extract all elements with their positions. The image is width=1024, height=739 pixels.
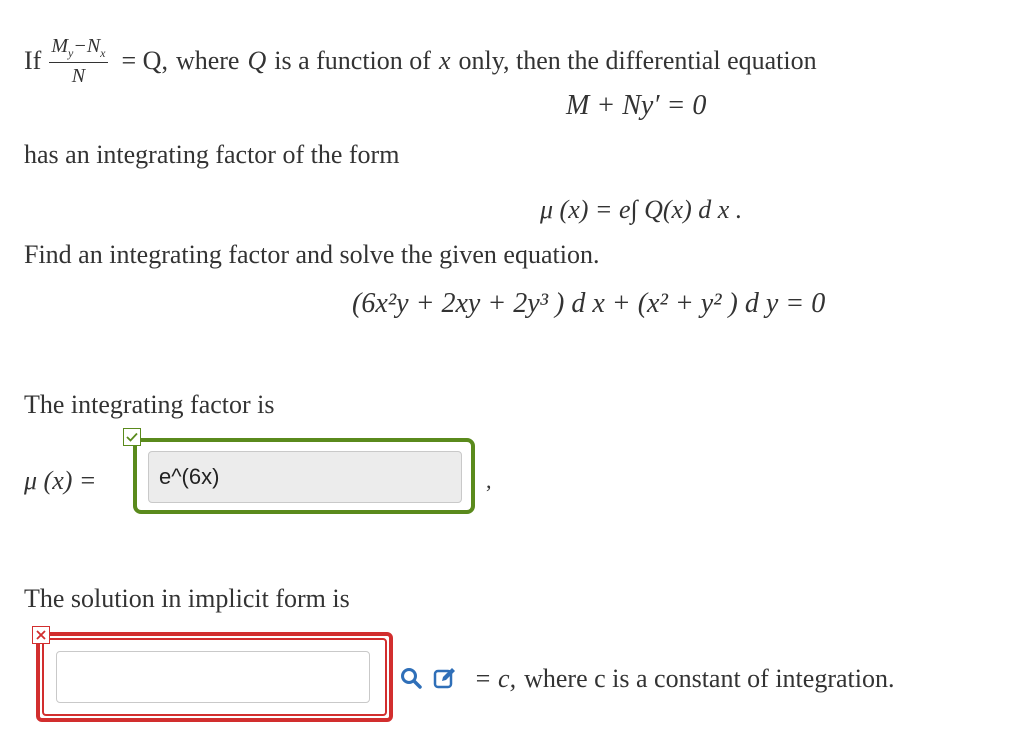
integrating-factor-value: e^(6x) [159,464,220,489]
pencil-square-icon[interactable] [433,666,457,690]
implicit-solution-suffix: = c, where c is a constant of integratio… [474,664,894,694]
line1-function-of: is a function of [274,46,431,75]
check-icon [123,428,141,446]
line1-rest: only, then the differential equation [458,46,817,75]
equals-q: = Q, [121,46,168,75]
problem-statement-line2: has an integrating factor of the form [24,140,400,169]
given-differential-equation: (6x²y + 2xy + 2y³ ) d x + (x² + y² ) d y… [352,288,826,319]
line1-q: Q [247,46,267,75]
implicit-solution-input[interactable] [56,651,370,703]
fraction-numerator: My−Nx [49,35,108,63]
constant-note: where c is a constant of integration. [524,664,895,693]
problem-statement-line1: If My−Nx N = Q, where Q is a function of… [24,36,817,86]
line1-x: x [438,46,451,75]
equals-c: = c, [474,664,517,693]
frac-N: N [86,35,101,57]
magnifier-icon[interactable] [400,667,422,689]
frac-sub-x: x [100,46,106,60]
equation-m-plus-ny: M + Ny′ = 0 [566,90,707,121]
frac-M: M [51,35,68,57]
fraction-my-nx-over-n: My−Nx N [49,35,108,87]
line1-where: where [175,46,240,75]
implicit-solution-label: The solution in implicit form is [24,584,350,613]
if-word: If [24,46,42,75]
frac-minus: − [73,35,87,57]
answer-comma: , [486,468,492,493]
integrating-factor-input[interactable]: e^(6x) [148,451,462,503]
mu-label: μ (x) = [24,466,97,495]
cross-icon [32,626,50,644]
fraction-denominator: N [71,65,86,87]
integrating-factor-formula: μ (x) = e∫ Q(x) d x . [540,195,743,224]
problem-statement-line3: Find an integrating factor and solve the… [24,240,600,269]
integrating-factor-label: The integrating factor is [24,390,275,419]
